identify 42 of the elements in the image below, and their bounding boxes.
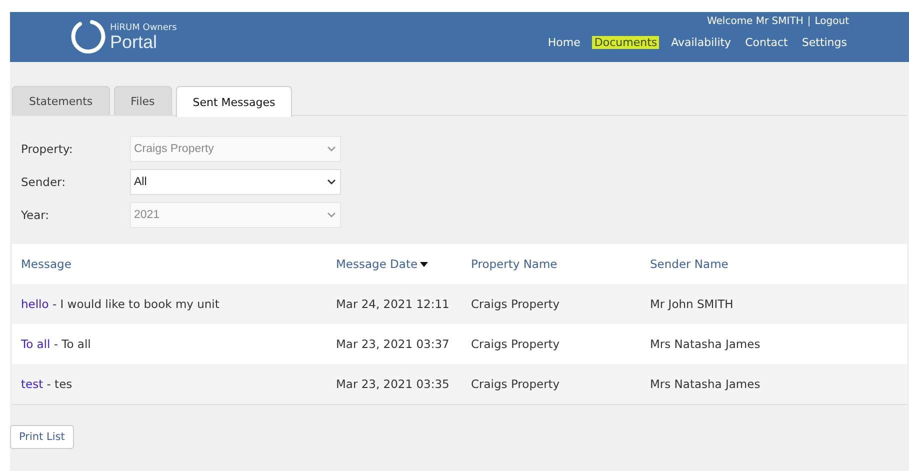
tab[interactable]: Sent Messages [176,86,292,117]
logo-ring-icon [70,19,106,55]
nav-link[interactable]: Settings [800,36,849,49]
chevron-icon [327,212,336,218]
logo-title: Portal [110,32,158,50]
nav-link[interactable]: Contact [743,36,790,49]
tab[interactable]: Files [114,86,172,115]
message-link[interactable]: test [21,377,44,391]
column-header[interactable]: Property Name [471,257,558,271]
date-cell: Mar 23, 2021 03:35 [336,377,450,391]
message-text: hello - I would like to book my unit [21,297,220,311]
property-cell: Craigs Property [471,377,560,391]
nav-link[interactable]: Home [546,36,582,49]
logo-subtitle: HiRUM Owners [110,24,177,32]
message-link[interactable]: To all [21,337,50,351]
property-cell: Craigs Property [471,337,560,351]
property-cell: Craigs Property [471,297,560,311]
sender-cell: Mr John SMITH [650,297,734,311]
nav-link[interactable]: Availability [669,36,734,49]
chevron-icon [327,146,336,152]
message-link[interactable]: hello [21,297,49,311]
welcome-text: Welcome Mr SMITH [706,16,804,27]
column-header[interactable]: Message Date [336,257,428,271]
nav-link[interactable]: Documents [592,36,660,49]
dropdown[interactable]: All [130,169,341,195]
message-text: To all - To all [21,337,91,351]
logout-link[interactable]: Logout [814,16,849,27]
tab[interactable]: Statements [12,86,110,115]
column-header[interactable]: Sender Name [650,257,728,271]
date-cell: Mar 24, 2021 12:11 [336,297,450,311]
field-label: Year: [21,208,50,222]
print-list-button[interactable]: Print List [10,425,74,449]
field-label: Sender: [21,175,66,189]
sort-down-icon [420,262,428,266]
column-header[interactable]: Message [21,257,72,271]
message-text: test - tes [21,377,72,391]
sender-cell: Mrs Natasha James [650,337,760,351]
date-cell: Mar 23, 2021 03:37 [336,337,450,351]
separator: | [807,16,811,27]
field-label: Property: [21,142,74,156]
chevron-icon [327,179,336,185]
sender-cell: Mrs Natasha James [650,377,760,391]
